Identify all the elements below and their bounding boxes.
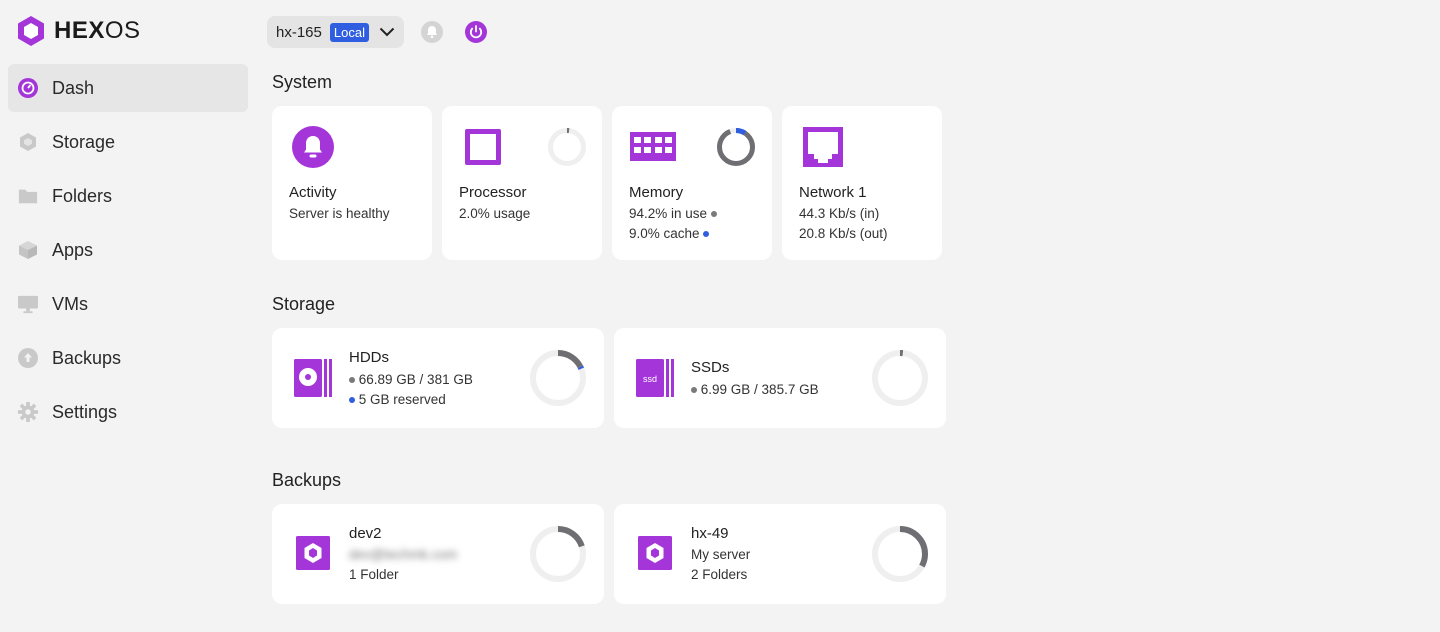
svg-text:ssd: ssd [643,374,657,384]
chevron-down-icon [379,27,395,37]
memory-card[interactable]: Memory 94.2% in use 9.0% cache [612,106,772,260]
backup-title: dev2 [349,525,382,542]
hdds-usage-ring [530,350,586,406]
network-out: 20.8 Kb/s (out) [799,226,888,241]
backup-icon [18,348,38,368]
sidebar-item-folders[interactable]: Folders [8,172,248,220]
backup-card-hx49[interactable]: hx-49 My server 2 Folders [614,504,946,604]
folder-icon [18,186,38,206]
backup-folder-count: 2 Folders [691,567,748,582]
section-title-backups: Backups [272,470,342,490]
ssds-usage-ring [872,350,928,406]
logo-text: HEXOS [54,17,141,44]
sidebar-item-settings[interactable]: Settings [8,388,248,436]
bell-icon [292,126,334,168]
ssds-used: 6.99 GB / 385.7 GB [691,382,819,397]
activity-card[interactable]: Activity Server is healthy [272,106,432,260]
server-name: hx-165 [276,23,322,41]
network-in: 44.3 Kb/s (in) [799,206,880,221]
hexos-logo-icon [18,16,44,46]
ssds-card[interactable]: ssd SSDs 6.99 GB / 385.7 GB [614,328,946,428]
hexos-server-icon [296,536,330,570]
memory-usage-ring [717,128,755,166]
ethernet-port-icon [803,127,843,167]
ssd-icon: ssd [636,359,674,397]
sidebar-item-label: Backups [52,347,122,368]
cube-icon [18,240,38,260]
activity-status: Server is healthy [289,206,390,221]
gear-icon [18,402,38,422]
hdds-reserved: 5 GB reserved [349,392,446,407]
backup-email: dev@techmk.com [349,547,458,562]
backup-ring [530,526,586,582]
used-legend-dot [691,387,697,394]
sidebar-item-label: Folders [52,185,113,206]
monitor-icon [18,294,38,314]
hdds-card[interactable]: HDDs 66.89 GB / 381 GB 5 GB reserved [272,328,604,428]
network-card[interactable]: Network 1 44.3 Kb/s (in) 20.8 Kb/s (out) [782,106,942,260]
hdds-title: HDDs [349,349,389,366]
cache-legend-dot [703,231,710,238]
section-title-storage: Storage [272,294,336,314]
used-legend-dot [349,377,355,384]
processor-card[interactable]: Processor 2.0% usage [442,106,602,260]
backup-ring [872,526,928,582]
backup-card-dev2[interactable]: dev2 dev@techmk.com 1 Folder [272,504,604,604]
section-title-system: System [272,72,333,92]
processor-usage: 2.0% usage [459,206,531,221]
server-selector[interactable]: hx-165 Local [267,16,404,48]
sidebar-item-label: Storage [52,131,116,152]
memory-cache: 9.0% cache [629,226,710,241]
sidebar-item-label: Settings [52,401,118,422]
memory-in-use: 94.2% in use [629,206,717,221]
power-icon[interactable] [464,20,488,44]
backup-subtitle: My server [691,547,751,562]
hexos-server-icon [638,536,672,570]
processor-usage-ring [548,128,586,166]
sidebar-item-label: Dash [52,77,95,98]
sidebar-item-label: Apps [52,239,94,260]
backup-title: hx-49 [691,525,729,542]
local-badge: Local [329,22,369,42]
sidebar-item-backups[interactable]: Backups [8,334,248,382]
sidebar-item-vms[interactable]: VMs [8,280,248,328]
sidebar-item-apps[interactable]: Apps [8,226,248,274]
sidebar-item-dash[interactable]: Dash [8,64,248,112]
sidebar-nav: Dash Storage Folders Apps VMs Backups Se… [8,64,248,442]
reserved-legend-dot [349,397,355,404]
backup-folder-count: 1 Folder [349,567,399,582]
processor-title: Processor [459,184,527,201]
dash-icon [18,78,38,98]
memory-title: Memory [629,184,684,201]
hexos-logo[interactable]: HEXOS [16,15,141,47]
sidebar-item-label: VMs [52,293,88,314]
hdds-used: 66.89 GB / 381 GB [349,372,473,387]
activity-title: Activity [289,184,337,201]
ssds-title: SSDs [691,359,730,376]
ram-icon [630,132,676,161]
hdd-icon [294,359,332,397]
network-title: Network 1 [799,184,867,201]
hexagon-icon [18,132,38,152]
cpu-icon [465,129,501,165]
in-use-legend-dot [710,211,717,218]
notification-bell-icon[interactable] [420,20,444,44]
sidebar-item-storage[interactable]: Storage [8,118,248,166]
